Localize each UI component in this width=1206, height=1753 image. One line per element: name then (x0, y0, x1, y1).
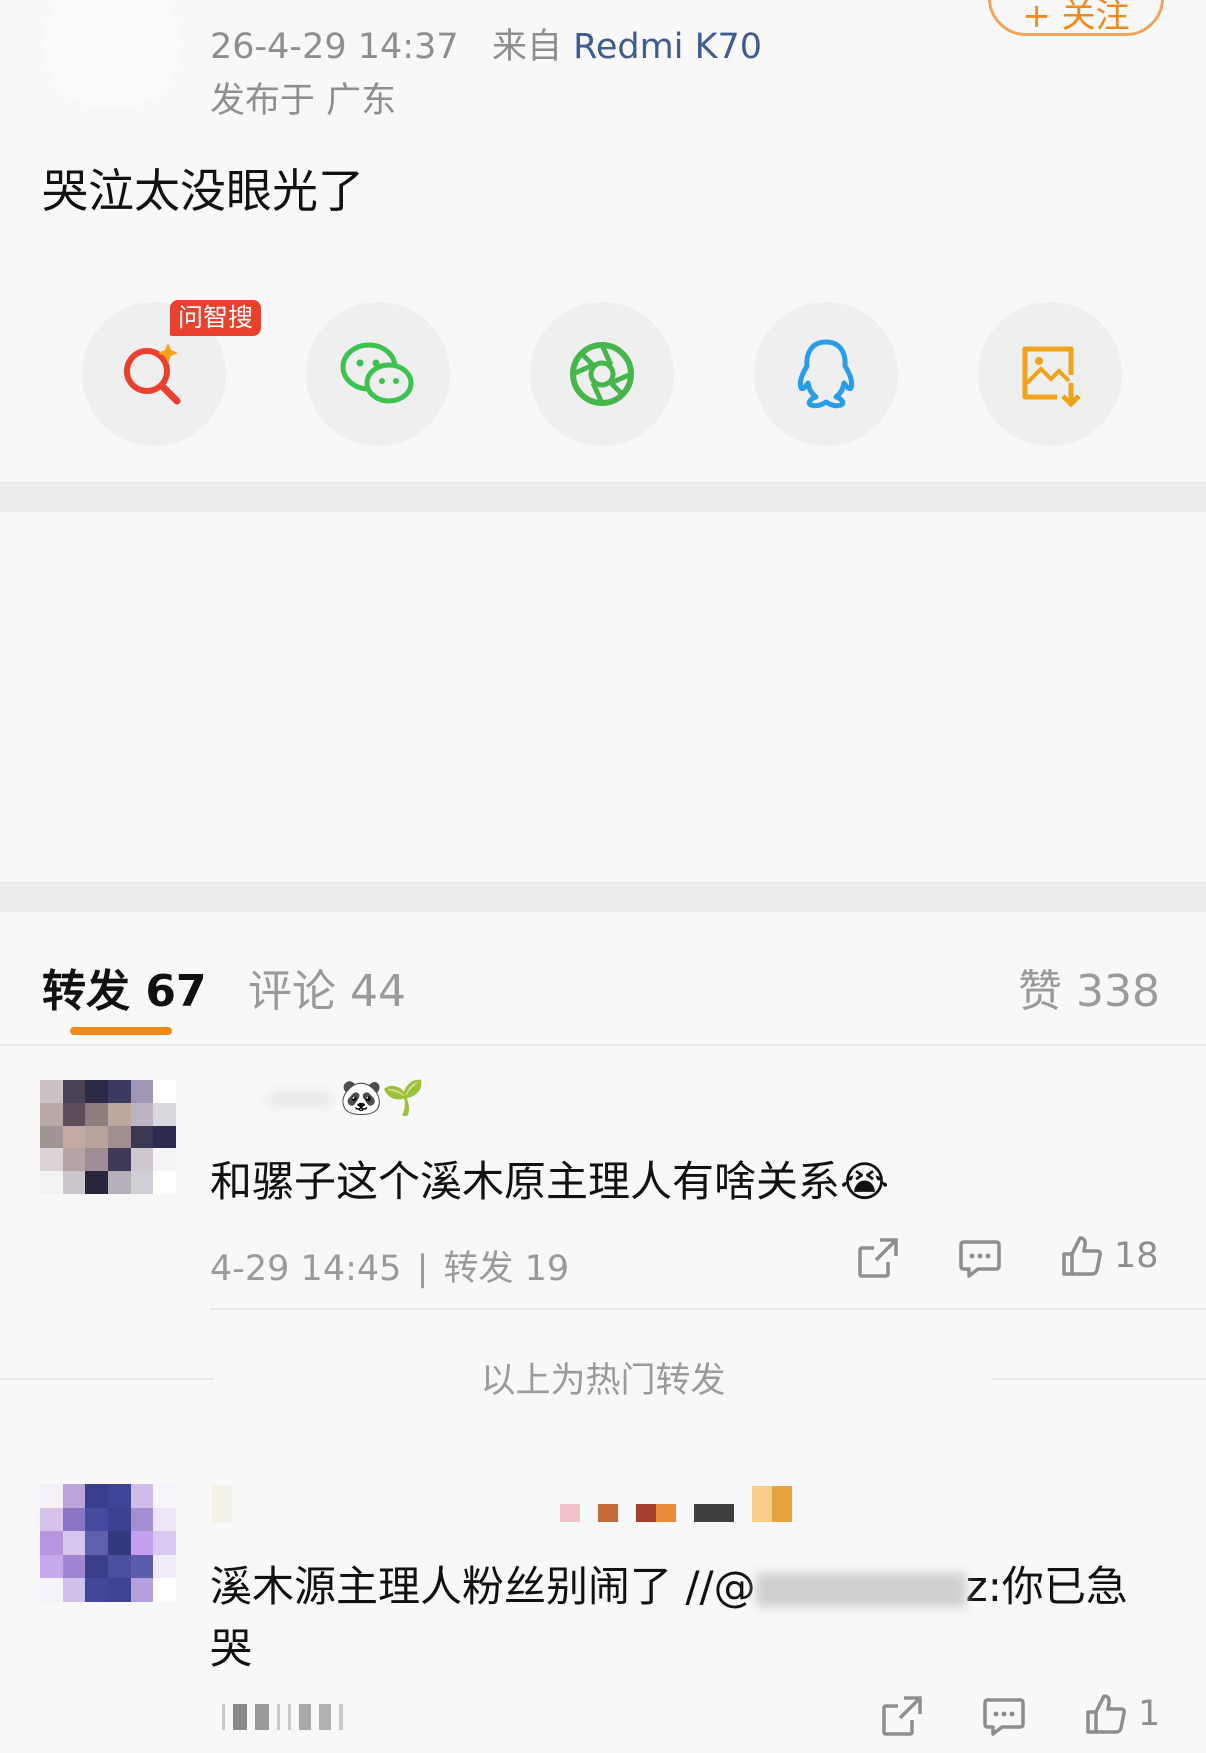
commenter-name-redacted (270, 1092, 330, 1106)
name-redaction (752, 1486, 792, 1522)
save-image-icon (1022, 346, 1081, 408)
author-avatar[interactable] (42, 0, 182, 110)
hot-reposts-label: 以上为热门转发 (480, 1361, 726, 1401)
mention-redacted (755, 1572, 966, 1607)
share-moments-button[interactable] (530, 302, 674, 446)
name-redaction (636, 1504, 676, 1522)
comment-action[interactable] (958, 1238, 1002, 1280)
comment-meta-redacted (222, 1704, 392, 1730)
save-image-button[interactable] (978, 302, 1122, 446)
comment-reposts[interactable]: 转发 19 (444, 1249, 570, 1289)
commenter-avatar[interactable] (40, 1484, 176, 1602)
comment-time: 4-29 14:45 (210, 1249, 402, 1289)
section-divider (0, 482, 1206, 512)
share-wechat-button[interactable] (306, 302, 450, 446)
ai-search-icon (124, 343, 181, 405)
repost-action[interactable] (880, 1694, 924, 1738)
ai-search-badge: 问智搜 (170, 300, 262, 336)
name-redaction (598, 1504, 618, 1522)
post-meta: 26-4-29 14:37 来自 Redmi K70 (210, 18, 762, 69)
qq-icon (797, 339, 855, 409)
meta-separator: | (416, 1249, 429, 1289)
thumbs-up-icon (1086, 1694, 1126, 1734)
like-count: 18 (1114, 1236, 1159, 1276)
share-qq-button[interactable] (754, 302, 898, 446)
wechat-icon (340, 342, 414, 404)
post-device[interactable]: Redmi K70 (573, 27, 762, 67)
repost-action[interactable] (856, 1236, 900, 1280)
tab-like[interactable]: 赞 338 (1018, 955, 1160, 1019)
post-from-prefix: 来自 (491, 27, 562, 67)
thumbs-up-icon (1062, 1236, 1102, 1276)
tab-comment[interactable]: 评论 44 (248, 955, 406, 1019)
comment-text: 和骡子这个溪木原主理人有啥关系😭 (210, 1157, 890, 1206)
comment-icon (983, 1698, 1025, 1736)
comment-text-line1: 溪木源主理人粉丝别闹了 //@ (210, 1562, 756, 1611)
comment-text: 溪木源主理人粉丝别闹了 //@ z:你已急 (210, 1553, 1128, 1614)
share-icon (858, 1238, 898, 1278)
post-content: 哭泣太没眼光了 (42, 164, 364, 218)
comment-action[interactable] (982, 1696, 1026, 1738)
tab-active-indicator (70, 1027, 172, 1035)
commenter-name-emoji: 🐼🌱 (340, 1078, 425, 1118)
name-redaction (212, 1486, 232, 1522)
like-action[interactable]: 18 (1060, 1234, 1159, 1278)
post-location: 发布于 广东 (210, 81, 397, 121)
section-divider (0, 882, 1206, 912)
name-redaction (694, 1504, 734, 1522)
comment-icon (959, 1240, 1001, 1278)
share-icon (882, 1696, 922, 1736)
commenter-avatar[interactable] (40, 1080, 176, 1194)
tabs-divider (0, 1044, 1206, 1046)
tab-repost[interactable]: 转发 67 (42, 955, 207, 1019)
comment-mention-tail: z:你已急 (965, 1562, 1128, 1611)
comment-text-line2: 哭 (210, 1624, 253, 1673)
post-time: 26-4-29 14:37 (210, 27, 459, 67)
follow-button[interactable]: + 关注 (988, 0, 1164, 36)
name-redaction (560, 1504, 580, 1522)
like-count: 1 (1138, 1694, 1161, 1734)
moments-icon (570, 342, 634, 406)
like-action[interactable]: 1 (1084, 1692, 1160, 1736)
comment-divider (210, 1308, 1206, 1310)
comment-meta: 4-29 14:45 | 转发 19 (210, 1240, 569, 1291)
